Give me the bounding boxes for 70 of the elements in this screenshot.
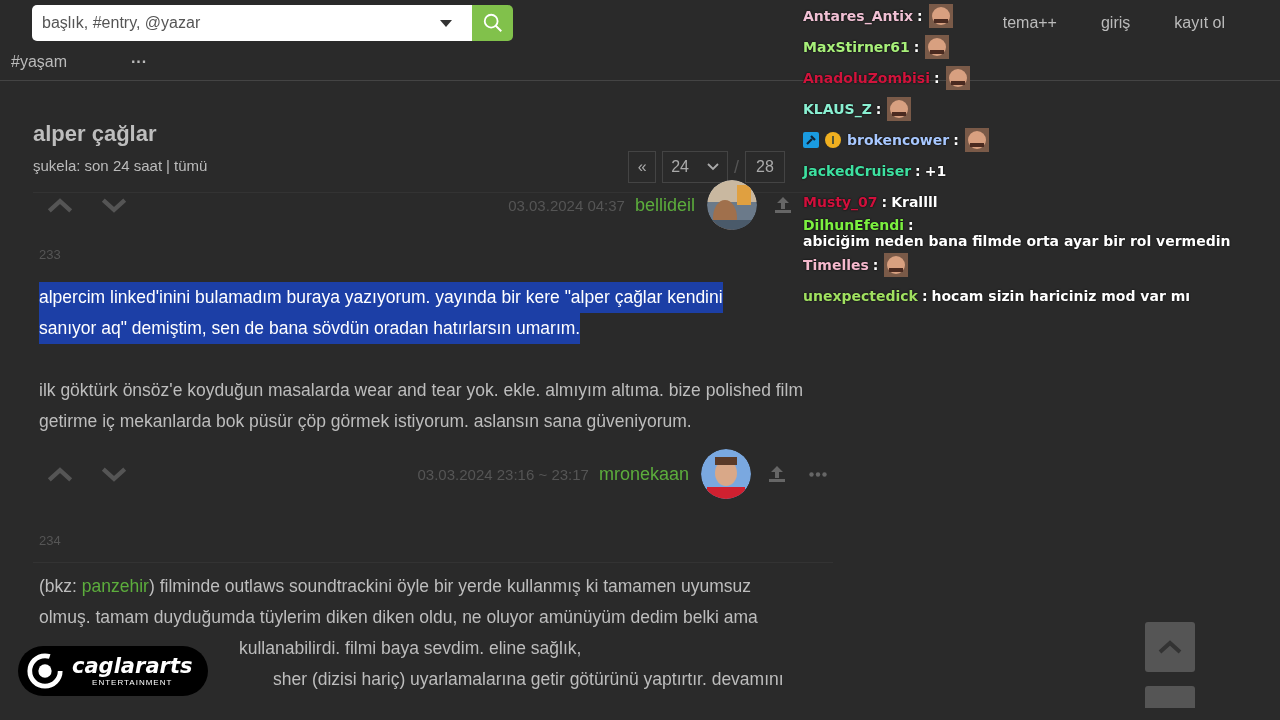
upvote-icon[interactable] bbox=[47, 466, 73, 482]
chevron-down-icon bbox=[707, 163, 719, 171]
chat-colon: : bbox=[881, 193, 888, 210]
chevron-up-icon bbox=[1158, 640, 1182, 654]
page-select[interactable]: 24 bbox=[662, 151, 728, 183]
chat-username: brokencower bbox=[847, 131, 950, 148]
selected-text: sanıyor aq" demiştim, sen de bana sövdün oradan hatırlarsın umarım. bbox=[39, 313, 581, 344]
chat-username: MaxStirner61 bbox=[803, 38, 910, 55]
scroll-top-button[interactable] bbox=[1145, 622, 1195, 672]
chat-colon: : bbox=[908, 217, 914, 233]
topic-title: alper çağlar bbox=[33, 121, 158, 147]
entry-text: sher (dizisi hariç) uyarlamalarına getir götürünü yaptırtır. devamını bbox=[272, 668, 784, 691]
upvote-icon[interactable] bbox=[47, 197, 73, 213]
chat-username: unexpectedick bbox=[803, 287, 918, 304]
chat-username: KLAUS_Z bbox=[803, 100, 872, 117]
emote-icon bbox=[928, 3, 953, 28]
channel-link[interactable]: #yaşam bbox=[11, 53, 68, 71]
filter-link[interactable]: tümü bbox=[174, 157, 208, 174]
entry-text: kullanabilirdi. filmi baya sevdim. eline sağlık, bbox=[238, 637, 582, 660]
chat-colon: : bbox=[917, 7, 923, 24]
nav-link[interactable]: tema++ bbox=[1002, 14, 1057, 32]
share-icon[interactable] bbox=[767, 464, 787, 484]
chat-username: Antares_Antix bbox=[803, 7, 913, 24]
entry-text: olmuş. tamam duyduğumda tüylerim diken diken oldu, ne oluyor amünüyüm dedim belki ama bbox=[38, 606, 758, 629]
chat-message: abiciğim neden bana filmde orta ayar bir rol vermedin bbox=[803, 233, 1231, 249]
page-separator: / bbox=[734, 156, 739, 178]
chat-colon: : bbox=[915, 162, 921, 179]
chat-username: DilhunEfendi bbox=[803, 217, 905, 233]
emote-icon bbox=[884, 252, 909, 277]
emote-icon bbox=[887, 96, 912, 121]
entry-text: (bkz: panzehir) filminde outlaws soundtrackini öyle bir yerde kullanmış ki tamamen uyumsuz bbox=[38, 575, 751, 598]
author-link[interactable]: mronekaan bbox=[598, 463, 689, 485]
chat-username: Musty_07 bbox=[803, 193, 878, 210]
author-link[interactable]: bellideil bbox=[634, 194, 695, 216]
caret-icon bbox=[440, 20, 452, 27]
chat-colon: : bbox=[953, 131, 959, 148]
filter-label: şukela: bbox=[33, 157, 81, 174]
entry-text: ilk göktürk önsöz'e koyduğun masalarda wear and tear yok. ekle. almıyım altıma. bize polished film getirme iç mekanlarda bok püsür çöp görmek istiyorum. aslansın sana güveniyorum. bbox=[38, 379, 804, 433]
chat-message: hocam sizin hariciniz mod var mı bbox=[931, 287, 1191, 304]
previous-page-button[interactable]: « bbox=[628, 151, 657, 183]
chat-colon: : bbox=[933, 69, 940, 86]
chat-colon: : bbox=[875, 100, 882, 117]
chat-message: Krallll bbox=[891, 193, 938, 210]
more-icon[interactable] bbox=[809, 471, 827, 477]
emote-icon bbox=[925, 34, 950, 59]
channel-logo: caglararts ENTERTAINMENT bbox=[18, 646, 209, 696]
chat-message: +1 bbox=[924, 162, 947, 179]
chat-colon: : bbox=[872, 256, 879, 273]
bkz-link[interactable]: panzehir bbox=[81, 576, 149, 596]
share-icon[interactable] bbox=[773, 195, 793, 215]
chat-username: AnadoluZombisi bbox=[803, 69, 930, 86]
nav-link[interactable]: kayıt ol bbox=[1174, 14, 1225, 32]
filter-separator: | bbox=[166, 157, 170, 174]
logo-icon bbox=[26, 652, 64, 690]
downvote-icon[interactable] bbox=[101, 466, 127, 482]
chat-colon: : bbox=[921, 287, 928, 304]
downvote-icon[interactable] bbox=[101, 197, 127, 213]
selected-text: alpercim linked'inini bulamadım buraya yazıyorum. yayında bir kere "alper çağlar kendini bbox=[39, 282, 723, 313]
chat-colon: : bbox=[913, 38, 920, 55]
last-page-button[interactable]: 28 bbox=[745, 151, 785, 183]
chat-username: JackedCruiser bbox=[803, 162, 912, 179]
search-field[interactable]: başlık, #entry, @yazar bbox=[32, 5, 472, 41]
search-icon bbox=[481, 12, 504, 34]
search-button[interactable] bbox=[472, 5, 513, 41]
more-button[interactable]: ··· bbox=[131, 53, 147, 71]
filter-link[interactable]: son 24 saat bbox=[84, 157, 163, 174]
nav-link[interactable]: giriş bbox=[1100, 14, 1131, 32]
emote-icon bbox=[964, 127, 989, 152]
chat-username: Timelles bbox=[803, 256, 869, 273]
emote-icon bbox=[945, 65, 970, 90]
